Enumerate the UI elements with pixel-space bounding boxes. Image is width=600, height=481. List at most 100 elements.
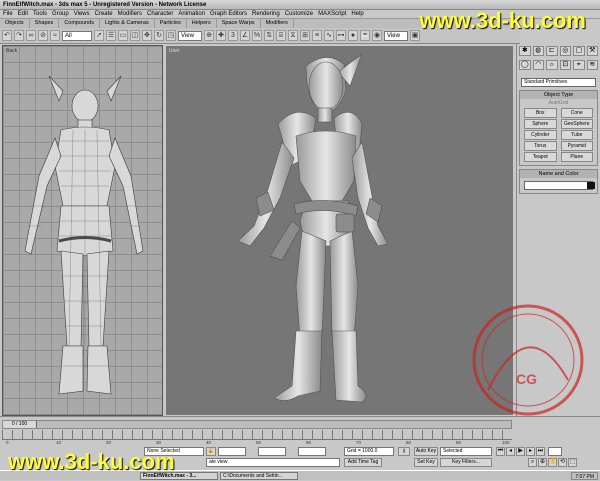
current-frame-field[interactable] [548,447,562,456]
lock-selection-icon[interactable]: 🔒 [206,447,216,456]
move-icon[interactable]: ✥ [142,30,152,41]
menu-edit[interactable]: Edit [18,10,28,18]
y-coordinate-field[interactable] [258,447,286,456]
cameras-icon[interactable]: ⊡ [559,60,571,70]
layer-manager-icon[interactable]: ≡ [312,30,322,41]
pan-icon[interactable]: ✋ [548,458,557,467]
plane-button[interactable]: Plane [560,152,593,162]
autogrid-checkbox[interactable]: AutoGrid [520,99,597,107]
material-editor-icon[interactable]: ● [348,30,358,41]
track-bar[interactable] [2,430,512,440]
geometry-icon[interactable]: ◯ [519,60,531,70]
create-panel-icon[interactable]: ✱ [519,46,531,56]
link-icon[interactable]: ∞ [26,30,36,41]
key-filter-dropdown[interactable]: Selected [440,447,492,456]
schematic-view-icon[interactable]: ⊶ [336,30,346,41]
menu-help[interactable]: Help [351,10,363,18]
x-coordinate-field[interactable] [218,447,246,456]
spinner-snap-icon[interactable]: ⇅ [264,30,274,41]
menu-views[interactable]: Views [74,10,90,18]
render-scene-icon[interactable]: ☕ [360,30,370,41]
object-color-swatch[interactable] [587,182,595,189]
auto-key-button[interactable]: Auto Key [414,447,438,456]
goto-start-icon[interactable]: ⏮ [496,447,505,456]
redo-icon[interactable]: ↷ [14,30,24,41]
undo-icon[interactable]: ↶ [2,30,12,41]
geosphere-button[interactable]: GeoSphere [560,119,593,129]
prev-frame-icon[interactable]: ◂ [506,447,515,456]
menu-group[interactable]: Group [52,10,69,18]
quick-render-icon[interactable]: ◉ [372,30,382,41]
selection-filter-dropdown[interactable]: All [62,30,92,41]
helpers-icon[interactable]: ⌖ [573,60,585,70]
space-warps-icon[interactable]: ≋ [586,60,598,70]
menu-character[interactable]: Character [147,10,173,18]
menu-customize[interactable]: Customize [285,10,313,18]
teapot-button[interactable]: Teapot [524,152,557,162]
key-filters-button[interactable]: Key Filters... [440,458,492,467]
next-frame-icon[interactable]: ▸ [526,447,535,456]
viewport-user[interactable]: User [165,45,514,416]
viewport-back[interactable]: Back [2,45,163,416]
pyramid-button[interactable]: Pyramid [560,141,593,151]
bind-space-warp-icon[interactable]: ≈ [50,30,60,41]
object-name-field[interactable] [524,181,595,190]
motion-panel-icon[interactable]: ◎ [559,46,571,56]
menu-animation[interactable]: Animation [178,10,205,18]
reference-coordinate-dropdown[interactable]: View [178,30,202,41]
scale-icon[interactable]: ◳ [166,30,176,41]
tube-button[interactable]: Tube [560,130,593,140]
tab-lights-cameras[interactable]: Lights & Cameras [100,19,155,28]
menu-rendering[interactable]: Rendering [252,10,280,18]
object-type-title[interactable]: Object Type [520,91,597,99]
percent-snap-icon[interactable]: % [252,30,262,41]
set-key-button[interactable]: Set Key [414,458,438,467]
pivot-icon[interactable]: ⊕ [204,30,214,41]
select-by-name-icon[interactable]: ☰ [106,30,116,41]
tab-space-warps[interactable]: Space Warps [217,19,261,28]
tab-modifiers[interactable]: Modifiers [261,19,294,28]
curve-editor-icon[interactable]: ∿ [324,30,334,41]
zoom-all-icon[interactable]: ⊕ [538,458,547,467]
lights-icon[interactable]: ☼ [546,60,558,70]
window-crossing-icon[interactable]: ◫ [130,30,140,41]
sphere-button[interactable]: Sphere [524,119,557,129]
named-selection-icon[interactable]: ⌸ [276,30,286,41]
cylinder-button[interactable]: Cylinder [524,130,557,140]
z-coordinate-field[interactable] [298,447,326,456]
box-button[interactable]: Box [524,108,557,118]
arc-rotate-icon[interactable]: ⟲ [558,458,567,467]
region-select-icon[interactable]: ▭ [118,30,128,41]
tab-helpers[interactable]: Helpers [187,19,217,28]
select-object-icon[interactable]: ➚ [94,30,104,41]
name-color-title[interactable]: Name and Color [520,170,597,178]
menu-tools[interactable]: Tools [33,10,47,18]
utilities-panel-icon[interactable]: ⚒ [586,46,598,56]
menu-create[interactable]: Create [95,10,113,18]
menu-graph-editors[interactable]: Graph Editors [210,10,247,18]
modify-panel-icon[interactable]: ◍ [532,46,544,56]
mirror-icon[interactable]: ⧖ [288,30,298,41]
menu-file[interactable]: File [3,10,13,18]
hierarchy-panel-icon[interactable]: ⊏ [546,46,558,56]
snap-toggle-icon[interactable]: 3 [228,30,238,41]
torus-button[interactable]: Torus [524,141,557,151]
time-slider-thumb[interactable]: 0 / 100 [3,421,37,428]
select-manipulate-icon[interactable]: ✚ [216,30,226,41]
tab-shapes[interactable]: Shapes [30,19,60,28]
add-time-tag-button[interactable]: Add Time Tag [344,458,382,467]
goto-end-icon[interactable]: ⏭ [536,447,545,456]
display-panel-icon[interactable]: ▢ [573,46,585,56]
unlink-icon[interactable]: ⊘ [38,30,48,41]
render-type-dropdown[interactable]: View [384,30,408,41]
primitive-category-dropdown[interactable]: Standard Primitives [521,78,596,87]
tab-objects[interactable]: Objects [0,19,30,28]
tab-compounds[interactable]: Compounds [59,19,100,28]
zoom-icon[interactable]: ⌕ [528,458,537,467]
taskbar-explorer[interactable]: C:\Documents and Settin... [220,472,298,480]
shapes-icon[interactable]: ◠ [532,60,544,70]
rotate-icon[interactable]: ↻ [154,30,164,41]
play-icon[interactable]: ▶ [516,447,525,456]
time-slider[interactable]: 0 / 100 [2,420,512,429]
tab-particles[interactable]: Particles [155,19,187,28]
